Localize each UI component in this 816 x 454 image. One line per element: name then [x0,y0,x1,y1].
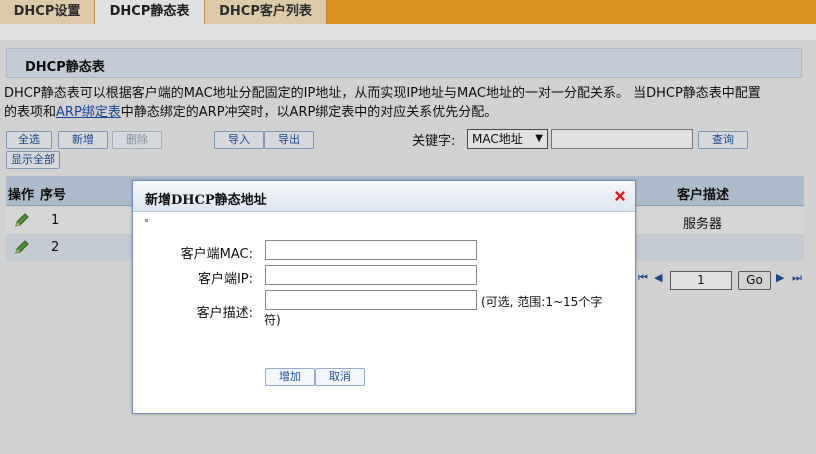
desc-hint-cont: 符) [264,313,281,327]
confirm-add-button[interactable]: 增加 [265,368,315,386]
cancel-button[interactable]: 取消 [315,368,365,386]
resize-mark [145,219,148,222]
dialog-header: 新增DHCP静态地址 [133,181,635,212]
desc-hint: (可选, 范围:1~15个字 [481,295,603,309]
dialog-title: 新增DHCP静态地址 [145,193,267,208]
ip-input[interactable] [265,265,477,285]
desc-input[interactable] [265,290,477,310]
mac-input[interactable] [265,240,477,260]
desc-label: 客户描述: [196,306,253,321]
close-icon[interactable] [613,189,627,203]
ip-label: 客户端IP: [197,272,253,287]
mac-label: 客户端MAC: [180,247,253,262]
add-static-address-dialog: 新增DHCP静态地址 客户端MAC: 客户端IP: 客户描述: (可选, 范围:… [132,180,636,414]
